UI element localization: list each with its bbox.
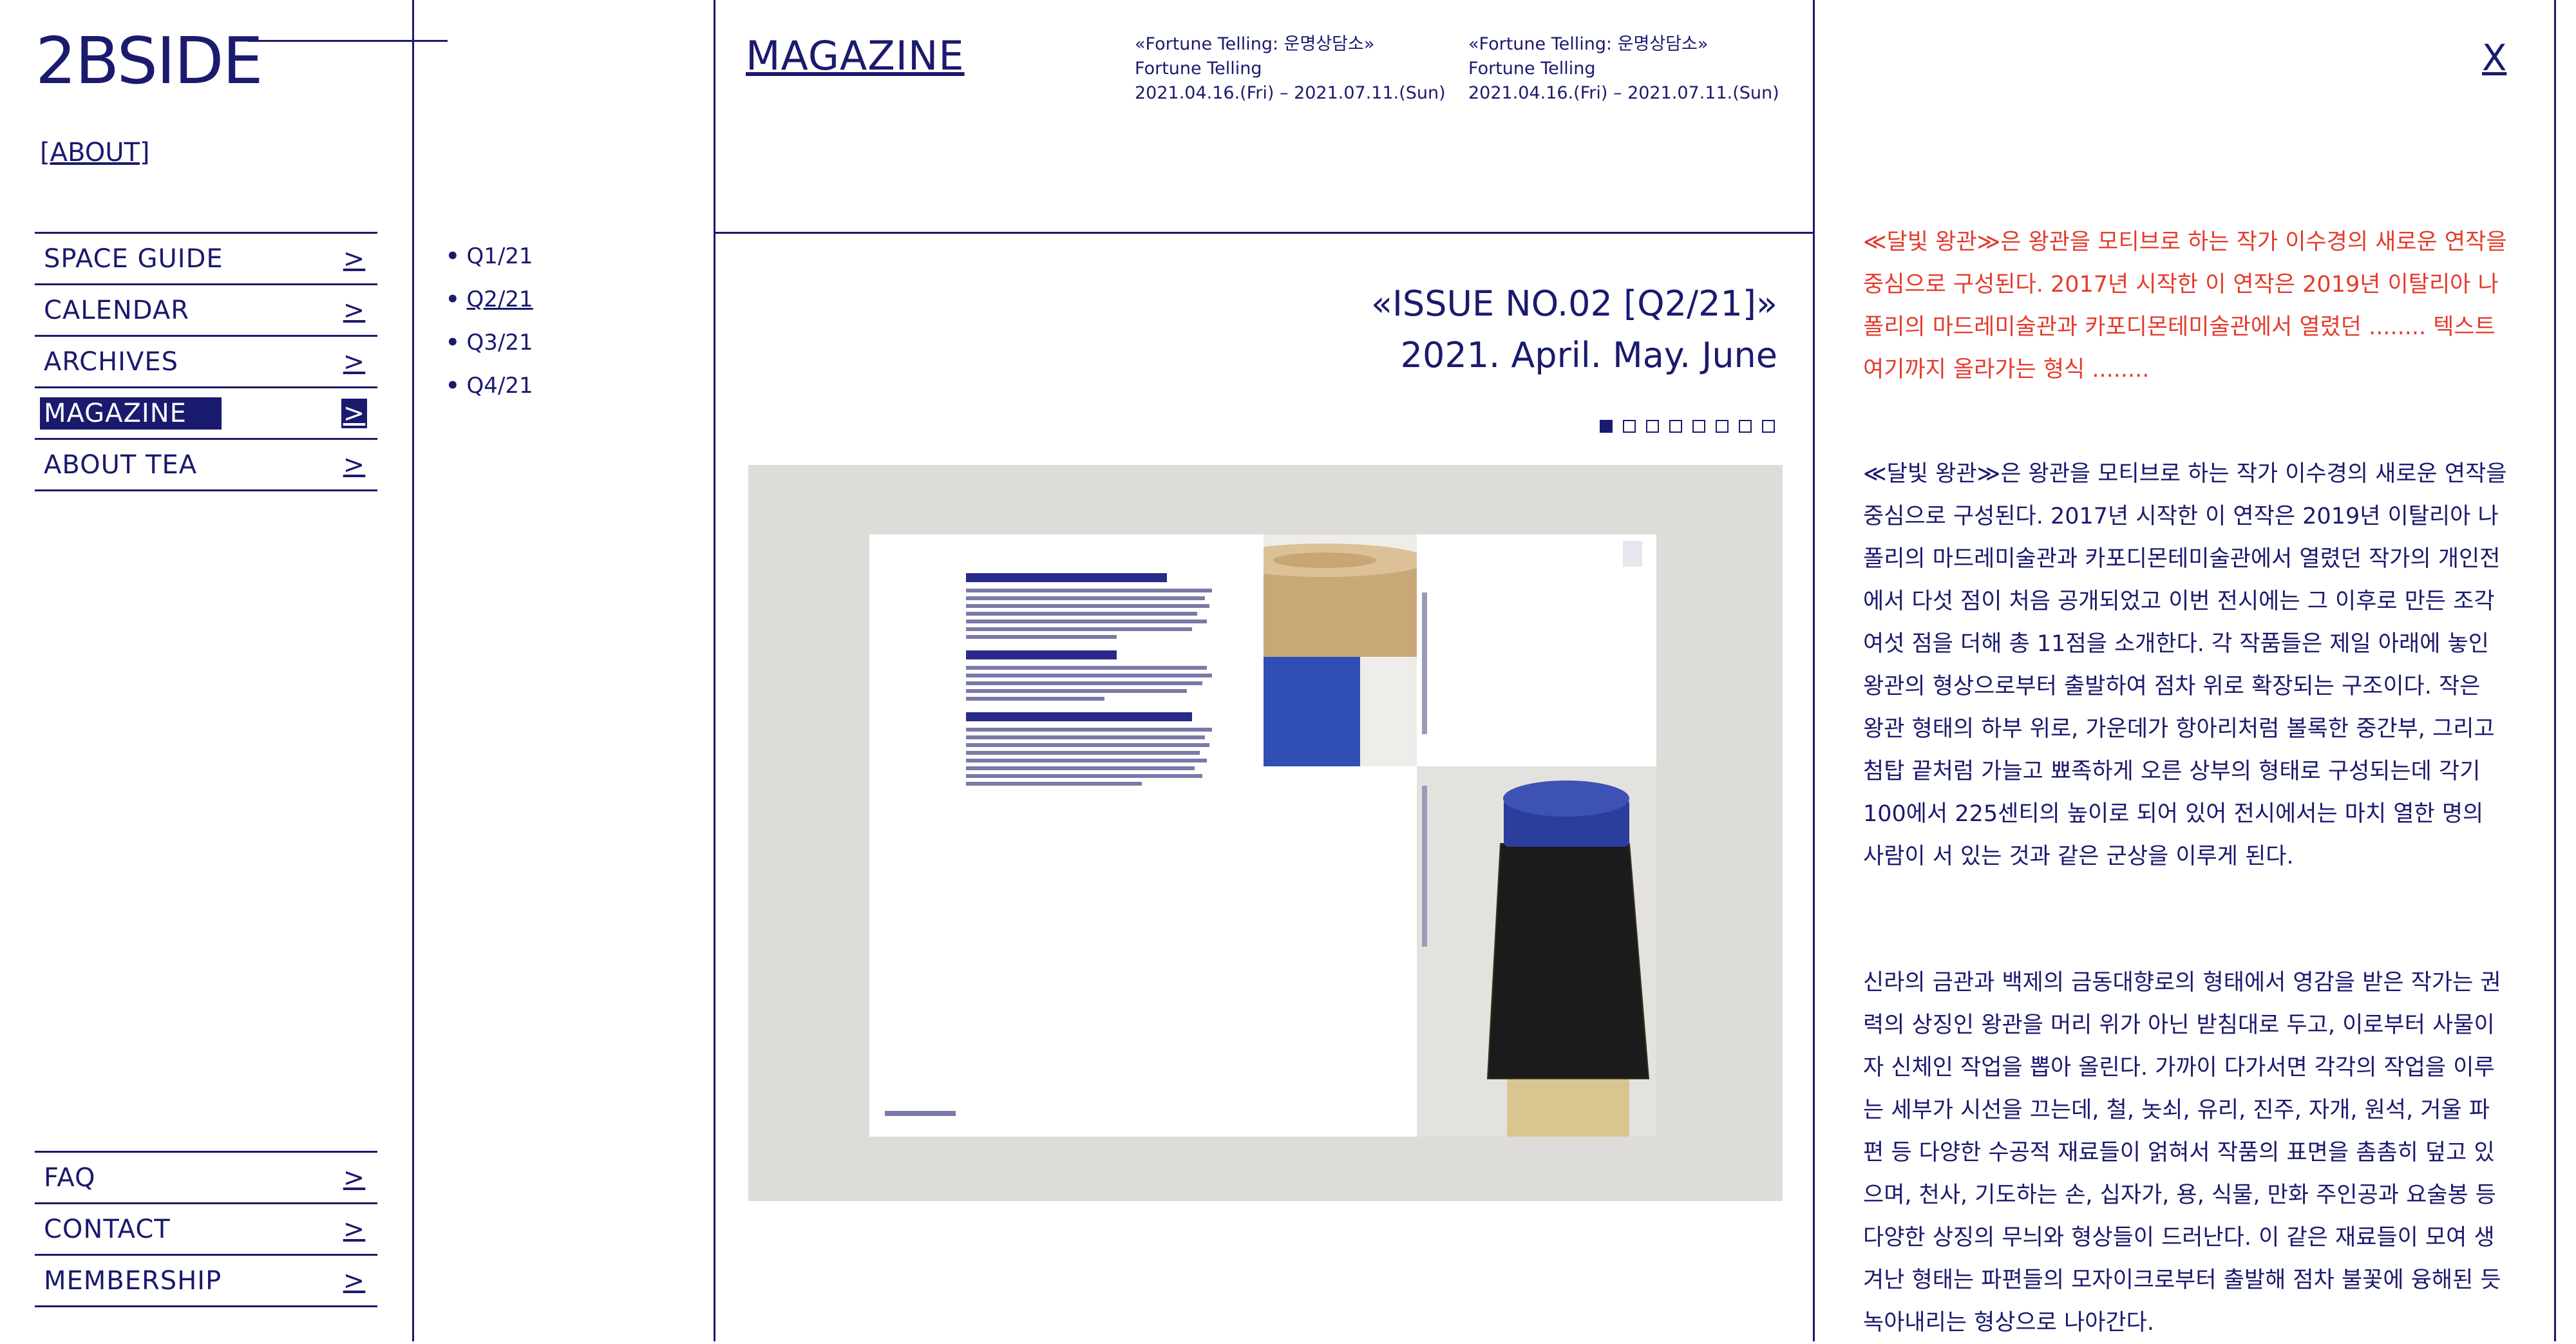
quarter-item-q2[interactable]: • Q2/21 <box>446 287 533 330</box>
article-paragraph: 신라의 금관과 백제의 금동대향로의 형태에서 영감을 받은 작가는 권력의 상… <box>1863 970 2501 1336</box>
magazine-spread-image <box>869 535 1656 1137</box>
spread-side-caption <box>1422 592 1427 734</box>
quarter-item-q4[interactable]: • Q4/21 <box>446 373 533 416</box>
page-dot-5[interactable] <box>1692 420 1705 433</box>
issue-title: «ISSUE NO.02 [Q2/21]» <box>1370 283 1777 324</box>
issue-period: 2021. April. May. June <box>1400 335 1777 375</box>
page-dot-3[interactable] <box>1646 420 1659 433</box>
nav-item-space-guide[interactable]: SPACE GUIDE > <box>35 232 377 283</box>
main-nav: SPACE GUIDE > CALENDAR > ARCHIVES > MAGA… <box>35 232 377 491</box>
nav-item-label: SPACE GUIDE <box>44 243 223 274</box>
quarter-list: • Q1/21 • Q2/21 • Q3/21 • Q4/21 <box>446 243 533 416</box>
nav-item-contact[interactable]: CONTACT > <box>35 1202 377 1254</box>
event-card[interactable]: «Fortune Telling: 운명상담소» Fortune Telling… <box>1135 32 1446 106</box>
page-dot-7[interactable] <box>1739 420 1752 433</box>
nav-item-about-tea[interactable]: ABOUT TEA > <box>35 438 377 491</box>
bullet: • <box>446 373 460 399</box>
about-link[interactable]: [ABOUT] <box>40 138 150 167</box>
nav-item-label: MEMBERSHIP <box>44 1265 222 1296</box>
column-divider-1 <box>412 0 414 1341</box>
event-title: «Fortune Telling: 운명상담소» <box>1468 34 1709 54</box>
bullet: • <box>446 330 460 355</box>
nav-item-label: CONTACT <box>44 1214 171 1244</box>
magazine-title[interactable]: MAGAZINE <box>746 32 965 79</box>
quarter-item-q3[interactable]: • Q3/21 <box>446 330 533 373</box>
magazine-viewer[interactable] <box>748 465 1783 1201</box>
event-dates: 2021.04.16.(Fri) – 2021.07.11.(Sun) <box>1468 83 1779 103</box>
spread-logo-mark <box>1623 541 1642 567</box>
quarter-item-q1[interactable]: • Q1/21 <box>446 243 533 287</box>
spread-footer-text <box>885 1111 956 1116</box>
spread-photo-blank <box>1417 535 1656 766</box>
quarter-label: Q4/21 <box>466 373 533 399</box>
nav-item-faq[interactable]: FAQ > <box>35 1151 377 1202</box>
footer-nav: FAQ > CONTACT > MEMBERSHIP > <box>35 1151 377 1307</box>
chevron-right-icon: > <box>341 398 367 428</box>
event-dates: 2021.04.16.(Fri) – 2021.07.11.(Sun) <box>1135 83 1446 103</box>
column-divider-3 <box>1813 0 1815 1341</box>
page-dot-8[interactable] <box>1762 420 1775 433</box>
nav-item-label: ABOUT TEA <box>44 450 198 480</box>
article-paragraph: ≪달빛 왕관≫은 왕관을 모티브로 하는 작가 이수경의 새로운 연작을 중심으… <box>1863 461 2507 869</box>
nav-item-calendar[interactable]: CALENDAR > <box>35 283 377 335</box>
spread-photo-lamp-top <box>1222 535 1428 766</box>
site-logo[interactable]: 2BSIDE <box>35 29 263 93</box>
event-title: «Fortune Telling: 운명상담소» <box>1135 34 1375 54</box>
article-highlight-text: ≪달빛 왕관≫은 왕관을 모티브로 하는 작가 이수경의 새로운 연작을 중심으… <box>1863 229 2507 383</box>
nav-item-archives[interactable]: ARCHIVES > <box>35 335 377 386</box>
column-divider-2 <box>714 0 715 1341</box>
chevron-right-icon: > <box>343 346 366 377</box>
event-card[interactable]: «Fortune Telling: 운명상담소» Fortune Telling… <box>1468 32 1779 106</box>
page-dot-2[interactable] <box>1623 420 1636 433</box>
spread-side-caption <box>1422 786 1427 947</box>
bullet: • <box>446 243 460 269</box>
close-button[interactable]: X <box>2482 37 2506 79</box>
spread-text-column <box>966 562 1217 790</box>
quarter-label: Q1/21 <box>466 243 533 269</box>
nav-item-magazine[interactable]: MAGAZINE > <box>35 386 377 438</box>
column-divider-4 <box>2554 0 2556 1341</box>
chevron-right-icon: > <box>343 1265 366 1296</box>
nav-item-label: CALENDAR <box>44 295 190 325</box>
nav-item-label: ARCHIVES <box>44 346 178 377</box>
quarter-label: Q3/21 <box>466 330 533 355</box>
chevron-right-icon: > <box>343 243 366 274</box>
page-dot-1[interactable] <box>1600 420 1613 433</box>
nav-item-membership[interactable]: MEMBERSHIP > <box>35 1254 377 1307</box>
spread-photo-lamp-black <box>1417 766 1656 1137</box>
page-dot-4[interactable] <box>1669 420 1682 433</box>
logo-rule <box>248 40 448 42</box>
bullet: • <box>446 287 460 312</box>
chevron-right-icon: > <box>343 1214 366 1244</box>
chevron-right-icon: > <box>343 450 366 480</box>
chevron-right-icon: > <box>343 295 366 325</box>
chevron-right-icon: > <box>343 1162 366 1193</box>
quarter-label: Q2/21 <box>466 287 533 312</box>
magazine-header-rule <box>714 232 1814 234</box>
pagination-dots <box>1600 420 1775 433</box>
issue-heading: «ISSUE NO.02 [Q2/21]» 2021. April. May. … <box>1371 278 1777 381</box>
event-subtitle: Fortune Telling <box>1135 59 1262 79</box>
nav-item-label: FAQ <box>44 1162 96 1193</box>
nav-item-label: MAGAZINE <box>40 397 222 430</box>
event-subtitle: Fortune Telling <box>1468 59 1596 79</box>
page-dot-6[interactable] <box>1716 420 1728 433</box>
